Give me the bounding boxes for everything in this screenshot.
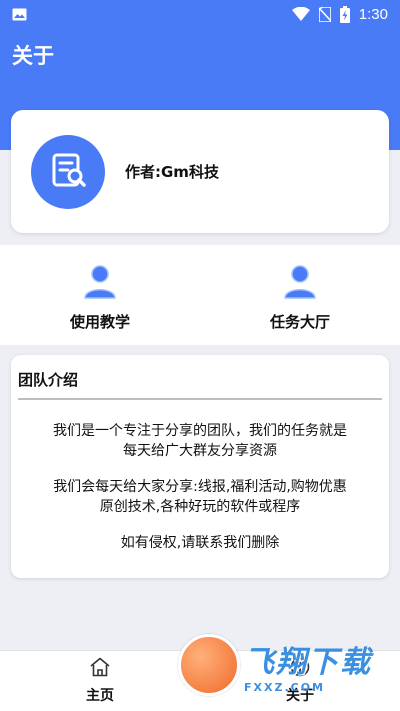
team-description: 我们是一个专注于分享的团队，我们的任务就是 每天给广大群友分享资源 我们会每天给…	[11, 421, 389, 553]
page-title: 关于	[12, 44, 54, 68]
clock-time: 1:30	[358, 5, 388, 23]
menu-item-tutorial[interactable]: 使用教学	[40, 263, 160, 332]
menu-item-label: 任务大厅	[269, 313, 330, 331]
menu-item-label: 使用教学	[69, 313, 130, 331]
team-title: 团队介绍	[18, 371, 79, 389]
menu-area: 使用教学 任务大厅	[0, 245, 400, 345]
watermark-domain: FXXZ.COM	[244, 680, 326, 694]
menu-item-tasks[interactable]: 任务大厅	[240, 263, 360, 332]
author-avatar	[31, 134, 105, 209]
home-icon	[89, 657, 111, 681]
team-text: 我们是一个专注于分享的团队，我们的任务就是	[53, 423, 347, 439]
watermark-name: 飞翔下载	[244, 644, 372, 680]
author-card: 作者:Gm科技	[11, 110, 389, 233]
battery-charging-icon	[339, 5, 350, 23]
divider	[18, 398, 382, 400]
watermark: 飞翔下载 FXXZ.COM	[178, 632, 388, 698]
user-icon	[282, 263, 318, 303]
watermark-logo-icon	[178, 634, 240, 696]
status-bar: 1:30	[0, 0, 400, 28]
no-sim-icon	[318, 6, 331, 22]
author-name: 作者:Gm科技	[125, 163, 219, 181]
team-text: 如有侵权,请联系我们删除	[120, 535, 280, 551]
image-icon	[12, 8, 27, 21]
document-edit-icon	[49, 151, 87, 193]
team-text: 原创技术,各种好玩的软件或程序	[99, 499, 301, 515]
wifi-icon	[291, 7, 310, 21]
team-text: 每天给广大群友分享资源	[123, 443, 277, 459]
user-icon	[82, 263, 118, 303]
nav-label: 主页	[86, 688, 114, 704]
team-text: 我们会每天给大家分享:线报,福利活动,购物优惠	[53, 479, 347, 495]
nav-home[interactable]: 主页	[40, 657, 160, 705]
team-card: 团队介绍 我们是一个专注于分享的团队，我们的任务就是 每天给广大群友分享资源 我…	[11, 355, 389, 578]
